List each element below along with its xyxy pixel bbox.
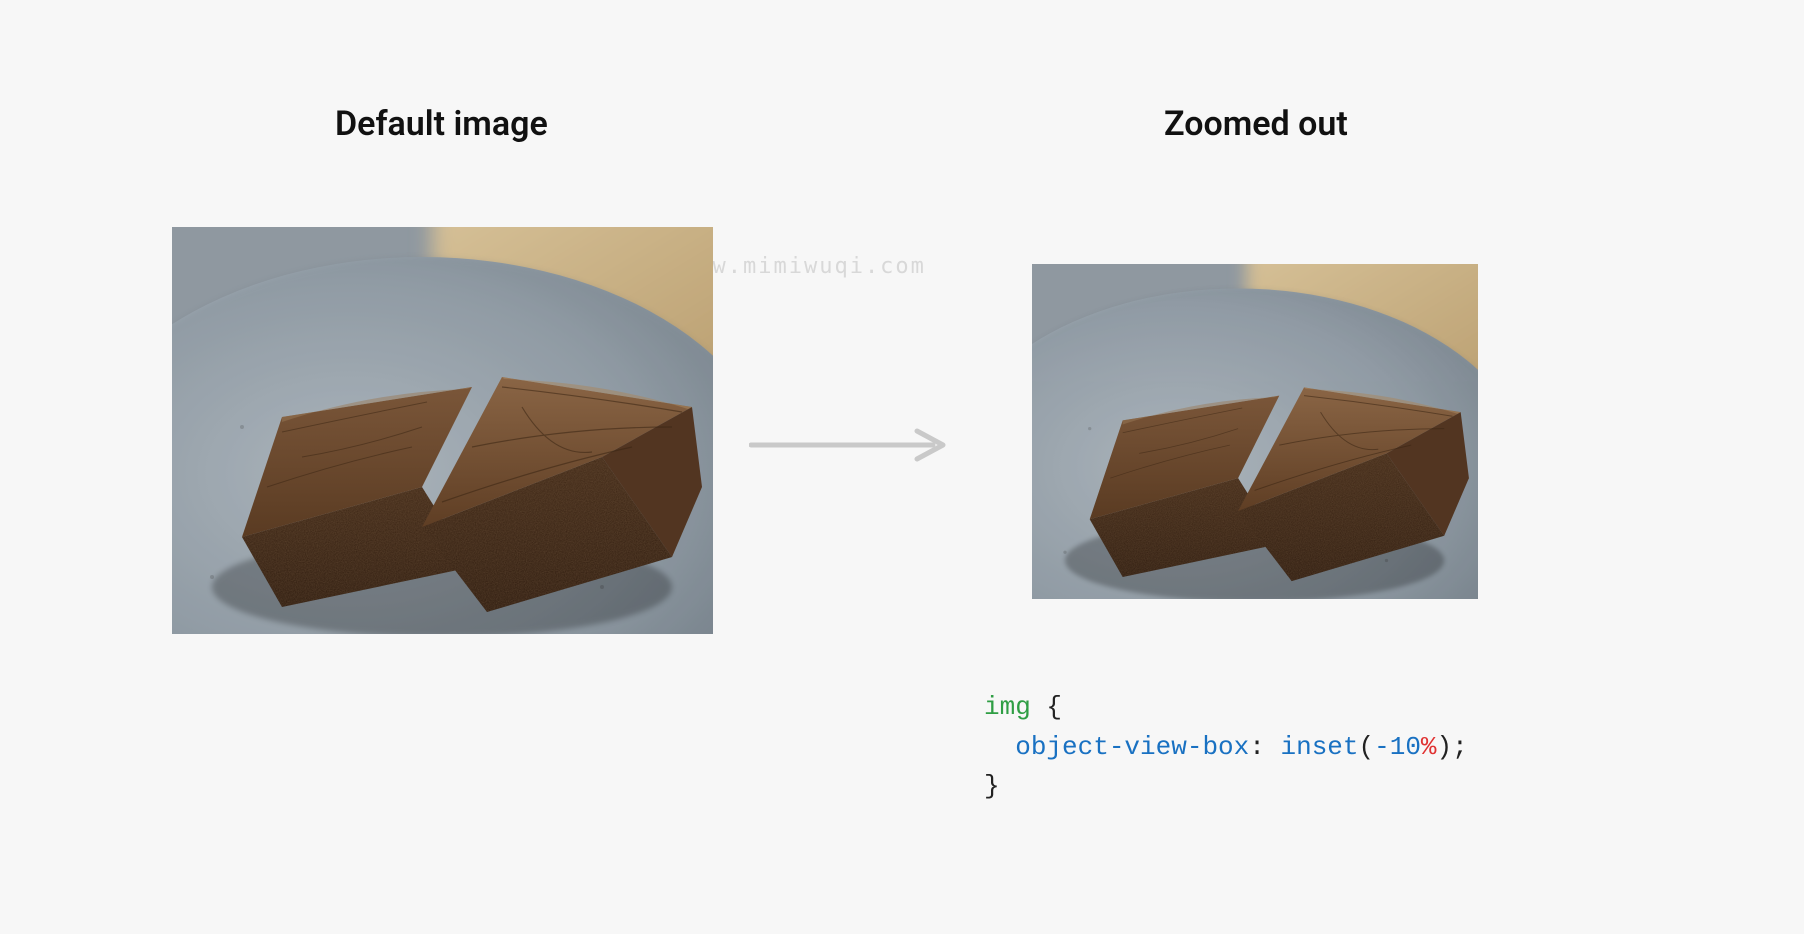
image-zoomed-out (1032, 264, 1478, 599)
code-property: object-view-box (1015, 732, 1249, 762)
code-brace-open: { (1046, 692, 1062, 722)
brownies-photo-zoomed (1032, 264, 1478, 599)
code-semicolon: ; (1452, 732, 1468, 762)
watermark-text: www.mimiwuqi.com (682, 254, 926, 279)
brownies-photo-default (172, 227, 713, 634)
code-function: inset (1280, 732, 1358, 762)
code-paren-close: ) (1437, 732, 1453, 762)
arrow-right-icon (749, 428, 949, 462)
code-value-number: -10 (1374, 732, 1421, 762)
heading-default-image: Default image (335, 104, 548, 144)
code-paren-open: ( (1359, 732, 1375, 762)
code-value-unit: % (1421, 732, 1437, 762)
code-colon: : (1249, 732, 1280, 762)
css-code-snippet: img { object-view-box: inset(-10%); } (984, 688, 1468, 807)
code-brace-close: } (984, 771, 1000, 801)
image-default (172, 227, 713, 634)
heading-zoomed-out: Zoomed out (1164, 104, 1348, 144)
code-selector: img (984, 692, 1031, 722)
